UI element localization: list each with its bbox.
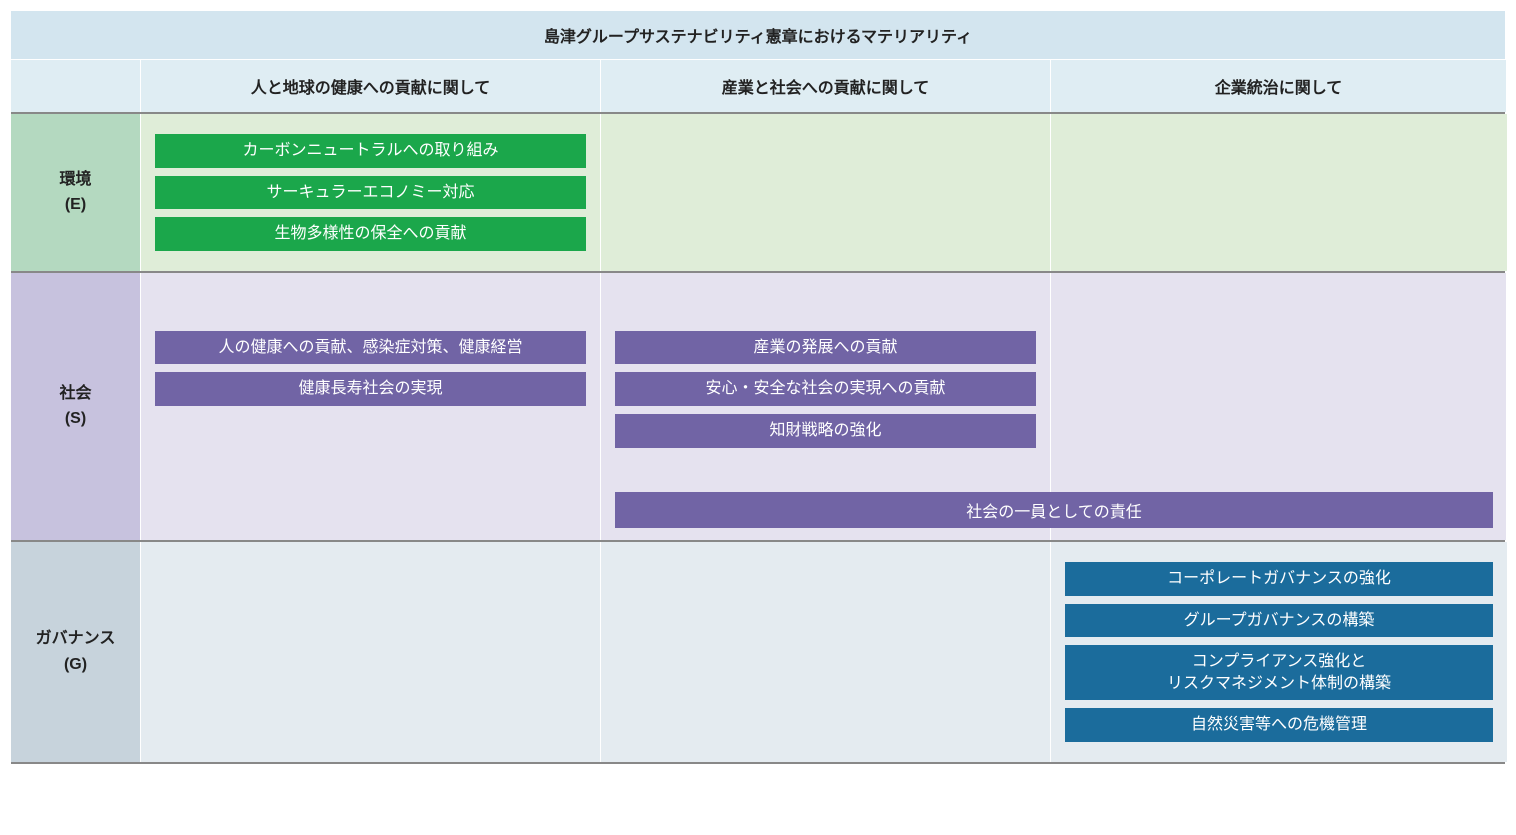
cell-env-c1: カーボンニュートラルへの取り組み サーキュラーエコノミー対応 生物多様性の保全へ… (141, 114, 601, 271)
spacer (151, 490, 590, 528)
row-environment: 環境 (E) カーボンニュートラルへの取り組み サーキュラーエコノミー対応 生物… (11, 114, 1505, 273)
row-label-text: ガバナンス (36, 626, 116, 652)
gov-item-compliance-risk: コンプライアンス強化と リスクマネジメント体制の構築 (1065, 645, 1493, 700)
env-item-biodiversity: 生物多様性の保全への貢献 (155, 217, 586, 251)
cell-gov-c3: コーポレートガバナンスの強化 グループガバナンスの構築 コンプライアンス強化と … (1051, 542, 1507, 762)
row-body-governance: コーポレートガバナンスの強化 グループガバナンスの構築 コンプライアンス強化と … (141, 542, 1507, 762)
row-label-code: (E) (65, 192, 86, 218)
soc-item-responsibility-as-member: 社会の一員としての責任 (615, 492, 1493, 528)
row-label-environment: 環境 (E) (11, 114, 141, 271)
row-label-text: 環境 (59, 167, 91, 193)
cell-env-c2 (601, 114, 1051, 271)
row-label-governance: ガバナンス (G) (11, 542, 141, 762)
gov-item-disaster-crisis: 自然災害等への危機管理 (1065, 708, 1493, 742)
column-header-2: 産業と社会への貢献に関して (601, 60, 1051, 112)
cell-env-c3 (1051, 114, 1507, 271)
soc-item-healthy-longevity: 健康長寿社会の実現 (155, 372, 586, 406)
spacer (151, 414, 590, 452)
row-body-environment: カーボンニュートラルへの取り組み サーキュラーエコノミー対応 生物多様性の保全へ… (141, 114, 1507, 271)
soc-item-ip-strategy: 知財戦略の強化 (615, 414, 1036, 448)
cell-gov-c2 (601, 542, 1051, 762)
materiality-matrix: 島津グループサステナビリティ憲章におけるマテリアリティ 人と地球の健康への貢献に… (10, 10, 1506, 765)
spacer (151, 285, 590, 323)
column-headers: 人と地球の健康への貢献に関して 産業と社会への貢献に関して 企業統治に関して (11, 60, 1505, 114)
column-header-1: 人と地球の健康への貢献に関して (141, 60, 601, 112)
env-item-circular-economy: サーキュラーエコノミー対応 (155, 176, 586, 210)
soc-item-industry-development: 産業の発展への貢献 (615, 331, 1036, 365)
soc-item-health-contribution: 人の健康への貢献、感染症対策、健康経営 (155, 331, 586, 365)
row-body-social: 科学技術の進歩への取り組み 人の健康への貢献、感染症対策、健康経営 健康長寿社会… (141, 273, 1507, 540)
row-governance: ガバナンス (G) コーポレートガバナンスの強化 グループガバナンスの構築 コン… (11, 542, 1505, 764)
spacer (151, 452, 590, 490)
gov-item-group-governance: グループガバナンスの構築 (1065, 604, 1493, 638)
soc-item-safe-society: 安心・安全な社会の実現への貢献 (615, 372, 1036, 406)
header-empty (11, 60, 141, 112)
cell-gov-c1 (141, 542, 601, 762)
spacer (611, 285, 1040, 323)
row-label-text: 社会 (59, 381, 91, 407)
gov-item-corporate-governance: コーポレートガバナンスの強化 (1065, 562, 1493, 596)
row-label-social: 社会 (S) (11, 273, 141, 540)
row-label-code: (G) (64, 652, 87, 678)
column-header-3: 企業統治に関して (1051, 60, 1507, 112)
row-label-code: (S) (65, 406, 86, 432)
env-item-carbon-neutral: カーボンニュートラルへの取り組み (155, 134, 586, 168)
cell-soc-c1: 人の健康への貢献、感染症対策、健康経営 健康長寿社会の実現 (141, 273, 601, 540)
row-social: 社会 (S) 科学技術の進歩への取り組み 人の健康への貢献、感染症対策、健康経営… (11, 273, 1505, 542)
matrix-title: 島津グループサステナビリティ憲章におけるマテリアリティ (11, 11, 1505, 60)
